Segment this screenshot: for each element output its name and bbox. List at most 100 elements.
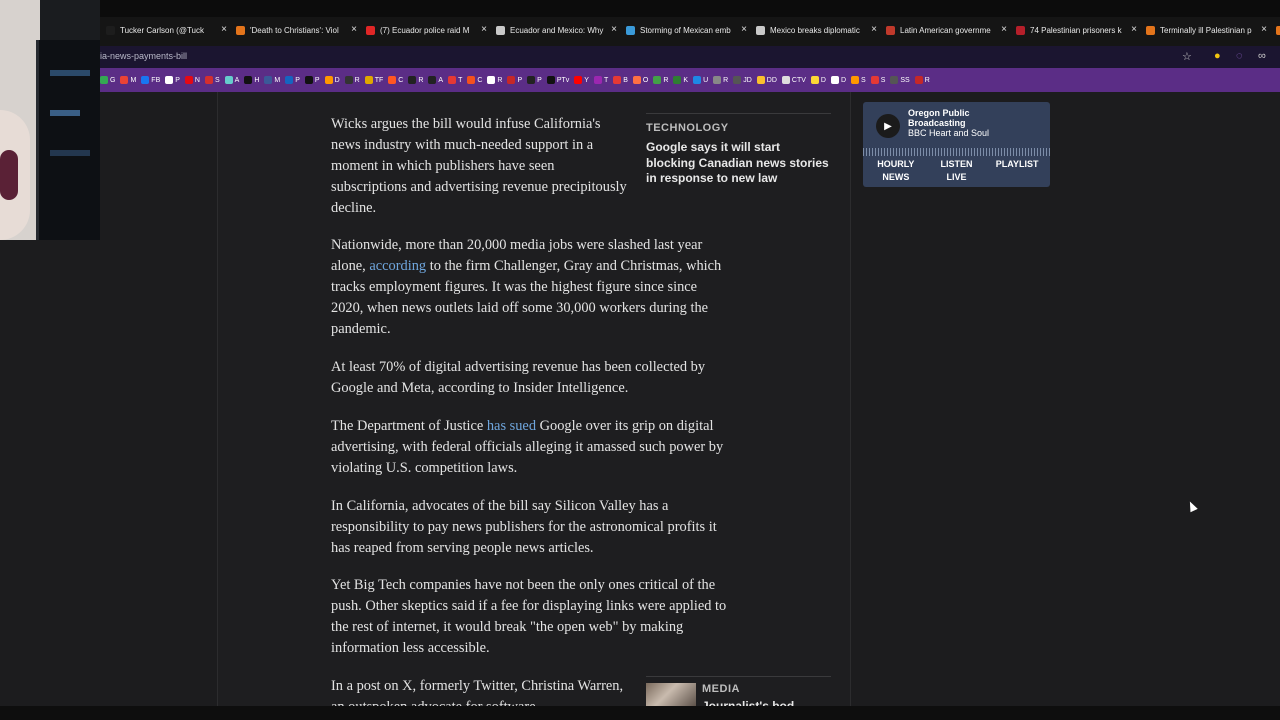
paragraph: Nationwide, more than 20,000 media jobs … bbox=[331, 237, 722, 337]
favicon-icon bbox=[886, 25, 895, 35]
paragraph: At least 70% of digital advertising reve… bbox=[331, 359, 706, 396]
bookmark-item[interactable]: R bbox=[914, 76, 930, 84]
bookmark-item[interactable]: M bbox=[120, 76, 136, 84]
bookmark-item[interactable]: A bbox=[428, 76, 443, 84]
station-name: Oregon Public Broadcasting bbox=[908, 108, 970, 128]
profile-icon[interactable]: ◌ bbox=[1236, 50, 1243, 62]
bookmark-item[interactable]: C bbox=[388, 76, 403, 84]
bookmark-item[interactable]: P bbox=[285, 76, 300, 84]
bookmark-label: M bbox=[130, 76, 137, 84]
horizontal-scrollbar[interactable] bbox=[0, 706, 1280, 720]
bookmark-icon bbox=[733, 76, 742, 84]
tab[interactable]: Mexico breaks diplomatic × bbox=[750, 20, 880, 40]
close-icon[interactable]: × bbox=[1261, 24, 1267, 35]
close-icon[interactable]: × bbox=[221, 24, 227, 35]
tab[interactable]: 74 Palestinian prisoners k × bbox=[1010, 20, 1140, 40]
bookmark-label: R bbox=[497, 76, 503, 84]
hourly-news-link[interactable]: HOURLY NEWS bbox=[866, 158, 926, 184]
has-sued-link[interactable]: has sued bbox=[487, 418, 536, 434]
bookmark-item[interactable]: TF bbox=[364, 76, 383, 84]
close-icon[interactable]: × bbox=[611, 24, 617, 35]
bookmark-item[interactable]: M bbox=[264, 76, 280, 84]
extension-icon[interactable]: ● bbox=[1214, 50, 1221, 62]
close-icon[interactable]: × bbox=[741, 24, 747, 35]
tab[interactable]: Latin American governme × bbox=[880, 20, 1010, 40]
bookmark-item[interactable]: P bbox=[527, 76, 542, 84]
bookmark-item[interactable]: N bbox=[184, 76, 200, 84]
play-icon[interactable]: ▶ bbox=[876, 114, 900, 138]
bookmark-item[interactable]: H bbox=[244, 76, 259, 84]
tab[interactable]: Ecuador and Mexico: Why × bbox=[490, 20, 620, 40]
bookmark-item[interactable]: C bbox=[467, 76, 482, 84]
title-bar bbox=[0, 0, 1280, 17]
bookmark-item[interactable]: JD bbox=[733, 76, 752, 84]
bookmark-item[interactable]: DD bbox=[756, 76, 777, 84]
tab[interactable]: Tucker Carlson (@Tuck × bbox=[100, 20, 230, 40]
favicon-icon bbox=[496, 25, 505, 35]
bookmark-item[interactable]: P bbox=[304, 76, 320, 84]
bookmark-item[interactable]: R bbox=[713, 76, 728, 84]
bookmark-icon bbox=[756, 76, 765, 84]
bookmark-item[interactable]: PTv bbox=[546, 76, 569, 84]
bookmark-item[interactable]: T bbox=[448, 76, 462, 84]
bookmark-item[interactable]: S bbox=[870, 76, 885, 84]
bookmark-item[interactable]: FB bbox=[141, 76, 160, 84]
close-icon[interactable]: × bbox=[1131, 24, 1137, 35]
listen-live-link[interactable]: LISTEN LIVE bbox=[931, 158, 981, 184]
bookmark-item[interactable]: R bbox=[487, 76, 502, 84]
bookmark-item[interactable]: A bbox=[224, 76, 239, 84]
tab-title: 74 Palestinian prisoners k bbox=[1030, 25, 1122, 35]
bookmark-item[interactable]: O bbox=[632, 76, 648, 84]
bookmarks-bar: G M FB P N S A H M P P D R TF C R A T C R P P PTv Y T B O R K U R JD DD C… bbox=[100, 68, 1280, 92]
according-link[interactable]: according bbox=[369, 258, 426, 274]
tab[interactable]: 'Death to Christians': Viol × bbox=[230, 20, 360, 40]
bookmark-item[interactable]: R bbox=[653, 76, 668, 84]
playlist-link[interactable]: PLAYLIST bbox=[987, 158, 1047, 184]
close-icon[interactable]: × bbox=[871, 24, 877, 35]
bookmark-icon bbox=[830, 76, 839, 84]
tab-title: Ecuador and Mexico: Why bbox=[510, 25, 604, 35]
bookmark-item[interactable]: B bbox=[613, 76, 628, 84]
bookmark-label: H bbox=[254, 76, 260, 84]
url-text[interactable]: ia-news-payments-bill bbox=[100, 51, 187, 61]
close-icon[interactable]: × bbox=[481, 24, 487, 35]
bookmark-item[interactable]: K bbox=[673, 76, 688, 84]
favicon-icon bbox=[106, 25, 115, 35]
bookmark-item[interactable]: D bbox=[810, 76, 826, 84]
bookmark-item[interactable]: CTV bbox=[781, 76, 806, 84]
bookmark-item[interactable]: P bbox=[165, 76, 180, 84]
favicon-icon bbox=[236, 25, 245, 35]
bookmark-item[interactable]: S bbox=[204, 76, 220, 84]
tab[interactable]: Terminally ill Palestinian p × bbox=[1140, 20, 1270, 40]
tab[interactable]: Storming of Mexican emb × bbox=[620, 20, 750, 40]
tab[interactable]: (7) Ecuador police raid M × bbox=[360, 20, 490, 40]
bookmark-icon bbox=[851, 76, 860, 84]
bookmark-label: S bbox=[214, 76, 220, 84]
bookmark-item[interactable]: Y bbox=[574, 76, 589, 84]
tab[interactable]: Israeli× bbox=[1270, 20, 1280, 40]
close-icon[interactable]: × bbox=[1001, 24, 1007, 35]
related-story[interactable]: TECHNOLOGY Google says it will start blo… bbox=[646, 113, 831, 187]
bookmark-item[interactable]: D bbox=[324, 76, 340, 84]
bookmark-item[interactable]: S bbox=[851, 76, 866, 84]
bookmark-icon bbox=[141, 76, 150, 84]
bookmark-icon bbox=[870, 76, 879, 84]
bookmark-item[interactable]: P bbox=[507, 76, 522, 84]
bookmark-label: P bbox=[517, 76, 523, 84]
bookmark-item[interactable]: R bbox=[408, 76, 423, 84]
bookmark-item[interactable]: SS bbox=[890, 76, 910, 84]
bookmark-item[interactable]: U bbox=[693, 76, 708, 84]
bookmark-star-icon[interactable]: ☆ bbox=[1182, 50, 1192, 63]
bookmark-item[interactable]: G bbox=[100, 76, 115, 84]
menu-icon[interactable]: ∞ bbox=[1258, 50, 1266, 62]
bookmark-item[interactable]: D bbox=[830, 76, 846, 84]
bookmark-icon bbox=[713, 76, 722, 84]
bookmark-icon bbox=[304, 76, 313, 84]
bookmark-icon bbox=[781, 76, 790, 84]
bookmark-item[interactable]: R bbox=[344, 76, 360, 84]
bookmark-item[interactable]: T bbox=[593, 76, 608, 84]
address-bar[interactable]: ia-news-payments-bill ☆ ● ◌ ∞ bbox=[100, 46, 1280, 68]
related-headline[interactable]: Google says it will start blocking Canad… bbox=[646, 140, 831, 187]
close-icon[interactable]: × bbox=[351, 24, 357, 35]
bookmark-label: R bbox=[418, 76, 424, 84]
